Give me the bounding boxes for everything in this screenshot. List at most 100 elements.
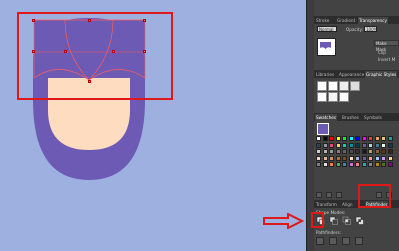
- color-swatch[interactable]: [387, 136, 393, 141]
- color-swatch[interactable]: [335, 136, 341, 141]
- swatch-options-icon[interactable]: [336, 192, 342, 198]
- color-swatch[interactable]: [322, 162, 328, 167]
- color-swatch[interactable]: [387, 155, 393, 161]
- tab-align[interactable]: Align: [341, 201, 354, 208]
- graphic-style-item[interactable]: [350, 81, 360, 91]
- color-swatch[interactable]: [387, 142, 393, 148]
- color-swatch[interactable]: [387, 149, 393, 154]
- graphic-styles-grid: [317, 81, 397, 103]
- color-swatch[interactable]: [342, 136, 347, 141]
- swatch-libraries-icon[interactable]: [316, 192, 322, 198]
- minus-front-icon[interactable]: [329, 216, 339, 226]
- color-swatch[interactable]: [322, 149, 328, 154]
- tab-transform[interactable]: Transform: [315, 201, 338, 208]
- graphic-style-item[interactable]: [328, 81, 338, 91]
- graphic-style-item[interactable]: [328, 92, 338, 102]
- tab-appearance[interactable]: Appearance: [338, 71, 365, 78]
- make-mask-button[interactable]: Make Mask: [374, 40, 399, 52]
- color-swatch[interactable]: [381, 136, 386, 141]
- color-swatch[interactable]: [381, 162, 386, 167]
- tab-stroke[interactable]: Stroke: [315, 17, 330, 24]
- color-swatch[interactable]: [316, 155, 321, 161]
- color-swatch[interactable]: [322, 142, 328, 148]
- color-swatch[interactable]: [361, 155, 367, 161]
- graphic-style-item[interactable]: [317, 92, 327, 102]
- color-swatch[interactable]: [374, 162, 380, 167]
- color-swatch[interactable]: [348, 142, 354, 148]
- color-swatch[interactable]: [329, 155, 334, 161]
- color-swatch[interactable]: [342, 162, 347, 167]
- color-swatch[interactable]: [361, 162, 367, 167]
- crop-icon[interactable]: [355, 237, 363, 245]
- color-swatch[interactable]: [381, 155, 386, 161]
- color-swatch[interactable]: [355, 162, 360, 167]
- color-swatch[interactable]: [329, 149, 334, 154]
- color-swatch[interactable]: [368, 136, 373, 141]
- color-swatch[interactable]: [322, 155, 328, 161]
- graphic-style-item[interactable]: [339, 92, 349, 102]
- color-swatch[interactable]: [329, 142, 334, 148]
- color-swatch[interactable]: [355, 149, 360, 154]
- color-swatch[interactable]: [348, 155, 354, 161]
- graphic-style-item[interactable]: [317, 81, 327, 91]
- color-swatch[interactable]: [342, 149, 347, 154]
- color-swatch[interactable]: [355, 136, 360, 141]
- tab-libraries[interactable]: Libraries: [315, 71, 335, 78]
- invert-mask-checkbox[interactable]: Invert M: [378, 57, 395, 62]
- transparency-tabrow: Stroke Gradient Transparency: [314, 16, 399, 24]
- color-swatch[interactable]: [342, 142, 347, 148]
- color-swatch[interactable]: [316, 162, 321, 167]
- color-swatch[interactable]: [361, 142, 367, 148]
- color-swatch[interactable]: [374, 155, 380, 161]
- color-swatch[interactable]: [329, 136, 334, 141]
- color-swatch[interactable]: [387, 162, 393, 167]
- show-kinds-icon[interactable]: [326, 192, 332, 198]
- pathfinders-label: Pathfinders:: [316, 230, 342, 235]
- exclude-icon[interactable]: [355, 216, 365, 226]
- color-swatch[interactable]: [368, 162, 373, 167]
- merge-icon[interactable]: [342, 237, 350, 245]
- color-swatch[interactable]: [316, 136, 321, 141]
- color-swatch[interactable]: [374, 136, 380, 141]
- color-swatch[interactable]: [316, 149, 321, 154]
- tab-graphic-styles[interactable]: Graphic Styles: [365, 71, 398, 78]
- color-swatch[interactable]: [342, 155, 347, 161]
- color-swatch[interactable]: [368, 149, 373, 154]
- blend-mode-select[interactable]: Normal: [317, 26, 337, 32]
- opacity-input[interactable]: 100%: [364, 26, 377, 32]
- color-swatch[interactable]: [374, 149, 380, 154]
- tab-transparency[interactable]: Transparency: [358, 17, 388, 24]
- tab-symbols[interactable]: Symbols: [363, 114, 383, 121]
- color-swatch[interactable]: [348, 149, 354, 154]
- color-swatch[interactable]: [348, 162, 354, 167]
- color-swatch[interactable]: [316, 142, 321, 148]
- color-swatch[interactable]: [368, 142, 373, 148]
- color-swatch[interactable]: [348, 136, 354, 141]
- layer-thumbnail[interactable]: [317, 38, 336, 56]
- swatches-grid: [316, 136, 398, 188]
- color-swatch[interactable]: [355, 142, 360, 148]
- color-swatch[interactable]: [381, 142, 386, 148]
- color-swatch[interactable]: [335, 162, 341, 167]
- tab-gradient[interactable]: Gradient: [336, 17, 356, 24]
- color-swatch[interactable]: [355, 155, 360, 161]
- intersect-icon[interactable]: [342, 216, 352, 226]
- color-swatch[interactable]: [335, 149, 341, 154]
- color-swatch[interactable]: [381, 149, 386, 154]
- color-swatch[interactable]: [374, 142, 380, 148]
- color-swatch[interactable]: [322, 136, 328, 141]
- color-swatch[interactable]: [368, 155, 373, 161]
- color-swatch[interactable]: [335, 155, 341, 161]
- divide-icon[interactable]: [316, 237, 324, 245]
- tab-swatches[interactable]: Swatches: [315, 114, 338, 121]
- color-swatch[interactable]: [329, 162, 334, 167]
- current-fill-swatch[interactable]: [317, 123, 329, 135]
- tab-brushes[interactable]: Brushes: [341, 114, 360, 121]
- color-swatch[interactable]: [361, 136, 367, 141]
- color-swatch[interactable]: [361, 149, 367, 154]
- clip-checkbox[interactable]: Clip: [378, 50, 386, 55]
- artboard-canvas[interactable]: [0, 0, 306, 251]
- trim-icon[interactable]: [329, 237, 337, 245]
- color-swatch[interactable]: [335, 142, 341, 148]
- graphic-style-item[interactable]: [339, 81, 349, 91]
